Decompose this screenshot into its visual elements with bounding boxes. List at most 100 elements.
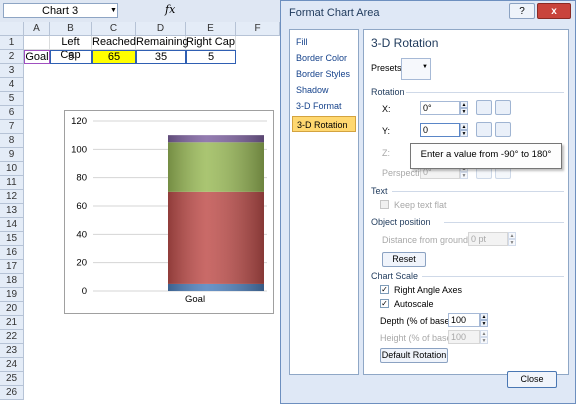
autoscale-checkbox[interactable]: ✓: [380, 299, 389, 308]
y-tick-label: 60: [76, 201, 87, 212]
y-tick-label: 0: [82, 286, 87, 297]
row-header[interactable]: 1: [0, 36, 24, 50]
column-header-d[interactable]: D: [136, 22, 186, 36]
row-header[interactable]: 17: [0, 260, 24, 274]
chart-scale-section-label: Chart Scale: [371, 271, 419, 281]
cell-a1[interactable]: [24, 36, 50, 50]
row-header[interactable]: 18: [0, 274, 24, 288]
row-header[interactable]: 24: [0, 358, 24, 372]
cell-b1[interactable]: Left Cap: [50, 36, 92, 61]
reset-button[interactable]: Reset: [382, 252, 426, 267]
row-header[interactable]: 20: [0, 302, 24, 316]
right-angle-axes-label: Right Angle Axes: [394, 285, 463, 295]
default-rotation-button[interactable]: Default Rotation: [380, 348, 448, 363]
height-spinner[interactable]: ▲ ▼: [480, 330, 488, 344]
y-tick-label: 20: [76, 258, 87, 269]
nav-item-fill[interactable]: Fill: [292, 34, 356, 50]
nav-item-3d-format[interactable]: 3-D Format: [292, 98, 356, 114]
x-rotation-spinner[interactable]: ▲ ▼: [460, 101, 468, 115]
row-header[interactable]: 4: [0, 78, 24, 92]
row-header[interactable]: 7: [0, 120, 24, 134]
column-header-f[interactable]: F: [236, 22, 280, 36]
row-header[interactable]: 14: [0, 218, 24, 232]
z-rotation-label: Z:: [382, 148, 390, 158]
column-header-e[interactable]: E: [186, 22, 236, 36]
row-header[interactable]: 8: [0, 134, 24, 148]
column-header-b[interactable]: B: [50, 22, 92, 36]
row-header[interactable]: 23: [0, 344, 24, 358]
presets-label: Presets:: [371, 63, 405, 73]
y-tick-label: 80: [76, 173, 87, 184]
nav-item-border-color[interactable]: Border Color: [292, 50, 356, 66]
cell-c1[interactable]: Reached: [92, 36, 136, 50]
row-header[interactable]: 22: [0, 330, 24, 344]
y-rotation-label: Y:: [382, 126, 391, 136]
cell-a2[interactable]: Goal: [24, 50, 50, 64]
row-header[interactable]: 10: [0, 162, 24, 176]
help-button[interactable]: ?: [509, 3, 535, 19]
row-header[interactable]: 9: [0, 148, 24, 162]
chart-area[interactable]: 0 20 40 60 80 100 120 Goal: [64, 110, 274, 314]
nav-item-shadow[interactable]: Shadow: [292, 82, 356, 98]
rotate-left-icon[interactable]: [476, 100, 492, 115]
cell-e1[interactable]: Right Cap: [186, 36, 236, 50]
row-header[interactable]: 25: [0, 372, 24, 386]
text-section-label: Text: [371, 186, 388, 196]
close-button[interactable]: Close: [507, 371, 557, 388]
panel-title: 3-D Rotation: [371, 36, 439, 50]
cell-d2[interactable]: 35: [136, 50, 186, 64]
presets-dropdown[interactable]: ▼: [401, 58, 431, 80]
insert-function-icon[interactable]: fx: [165, 3, 175, 16]
bar-segment-shading: [168, 135, 264, 143]
row-header[interactable]: 12: [0, 190, 24, 204]
height-label: Height (% of base): [380, 333, 455, 343]
cell-c2[interactable]: 65: [92, 50, 136, 64]
separator: [422, 276, 564, 277]
plot-area[interactable]: 0 20 40 60 80 100 120: [71, 116, 267, 297]
depth-input[interactable]: 100: [448, 313, 480, 327]
row-header[interactable]: 11: [0, 176, 24, 190]
row-header[interactable]: 16: [0, 246, 24, 260]
nav-item-3d-rotation[interactable]: 3-D Rotation: [292, 116, 356, 132]
column-header-a[interactable]: A: [24, 22, 50, 36]
row-header[interactable]: 3: [0, 64, 24, 78]
row-header[interactable]: 13: [0, 204, 24, 218]
nav-item-border-styles[interactable]: Border Styles: [292, 66, 356, 82]
separator: [444, 222, 564, 223]
height-input[interactable]: 100: [448, 330, 480, 344]
row-header[interactable]: 2: [0, 50, 24, 64]
y-rotation-spinner[interactable]: ▲ ▼: [460, 123, 468, 137]
rotate-up-icon[interactable]: [476, 122, 492, 137]
distance-spinner[interactable]: ▲ ▼: [508, 232, 516, 246]
select-all-corner[interactable]: [0, 22, 24, 36]
distance-from-ground-input[interactable]: 0 pt: [468, 232, 508, 246]
right-angle-axes-checkbox[interactable]: ✓: [380, 285, 389, 294]
row-header[interactable]: 21: [0, 316, 24, 330]
rotate-down-icon[interactable]: [495, 122, 511, 137]
name-box-dropdown-icon[interactable]: ▼: [110, 3, 117, 18]
row-header[interactable]: 6: [0, 106, 24, 120]
category-nav: Fill Border Color Border Styles Shadow 3…: [289, 29, 359, 375]
rotate-right-icon[interactable]: [495, 100, 511, 115]
cell-b2[interactable]: 5: [50, 50, 92, 64]
row-header[interactable]: 19: [0, 288, 24, 302]
y-tick-label: 40: [76, 229, 87, 240]
column-header-c[interactable]: C: [92, 22, 136, 36]
name-box[interactable]: Chart 3: [3, 3, 118, 18]
object-position-section-label: Object position: [371, 217, 431, 227]
bar-segment-shading: [168, 283, 264, 291]
close-x-button[interactable]: x: [537, 3, 571, 19]
cell-d1[interactable]: Remaining: [136, 36, 189, 50]
row-header[interactable]: 26: [0, 386, 24, 400]
y-rotation-input[interactable]: 0: [420, 123, 460, 137]
y-tick-label: 100: [71, 144, 87, 155]
x-rotation-label: X:: [382, 104, 391, 114]
worksheet-grid[interactable]: A B C D E F 1 2 3 4 5 6 7 8 9 10 11 12 13 14 15 16 17 18 1…: [0, 22, 280, 404]
keep-text-flat-checkbox[interactable]: [380, 200, 389, 209]
row-header[interactable]: 5: [0, 92, 24, 106]
depth-spinner[interactable]: ▲ ▼: [480, 313, 488, 327]
x-rotation-input[interactable]: 0°: [420, 101, 460, 115]
autoscale-label: Autoscale: [394, 299, 434, 309]
row-header[interactable]: 15: [0, 232, 24, 246]
cell-e2[interactable]: 5: [186, 50, 236, 64]
